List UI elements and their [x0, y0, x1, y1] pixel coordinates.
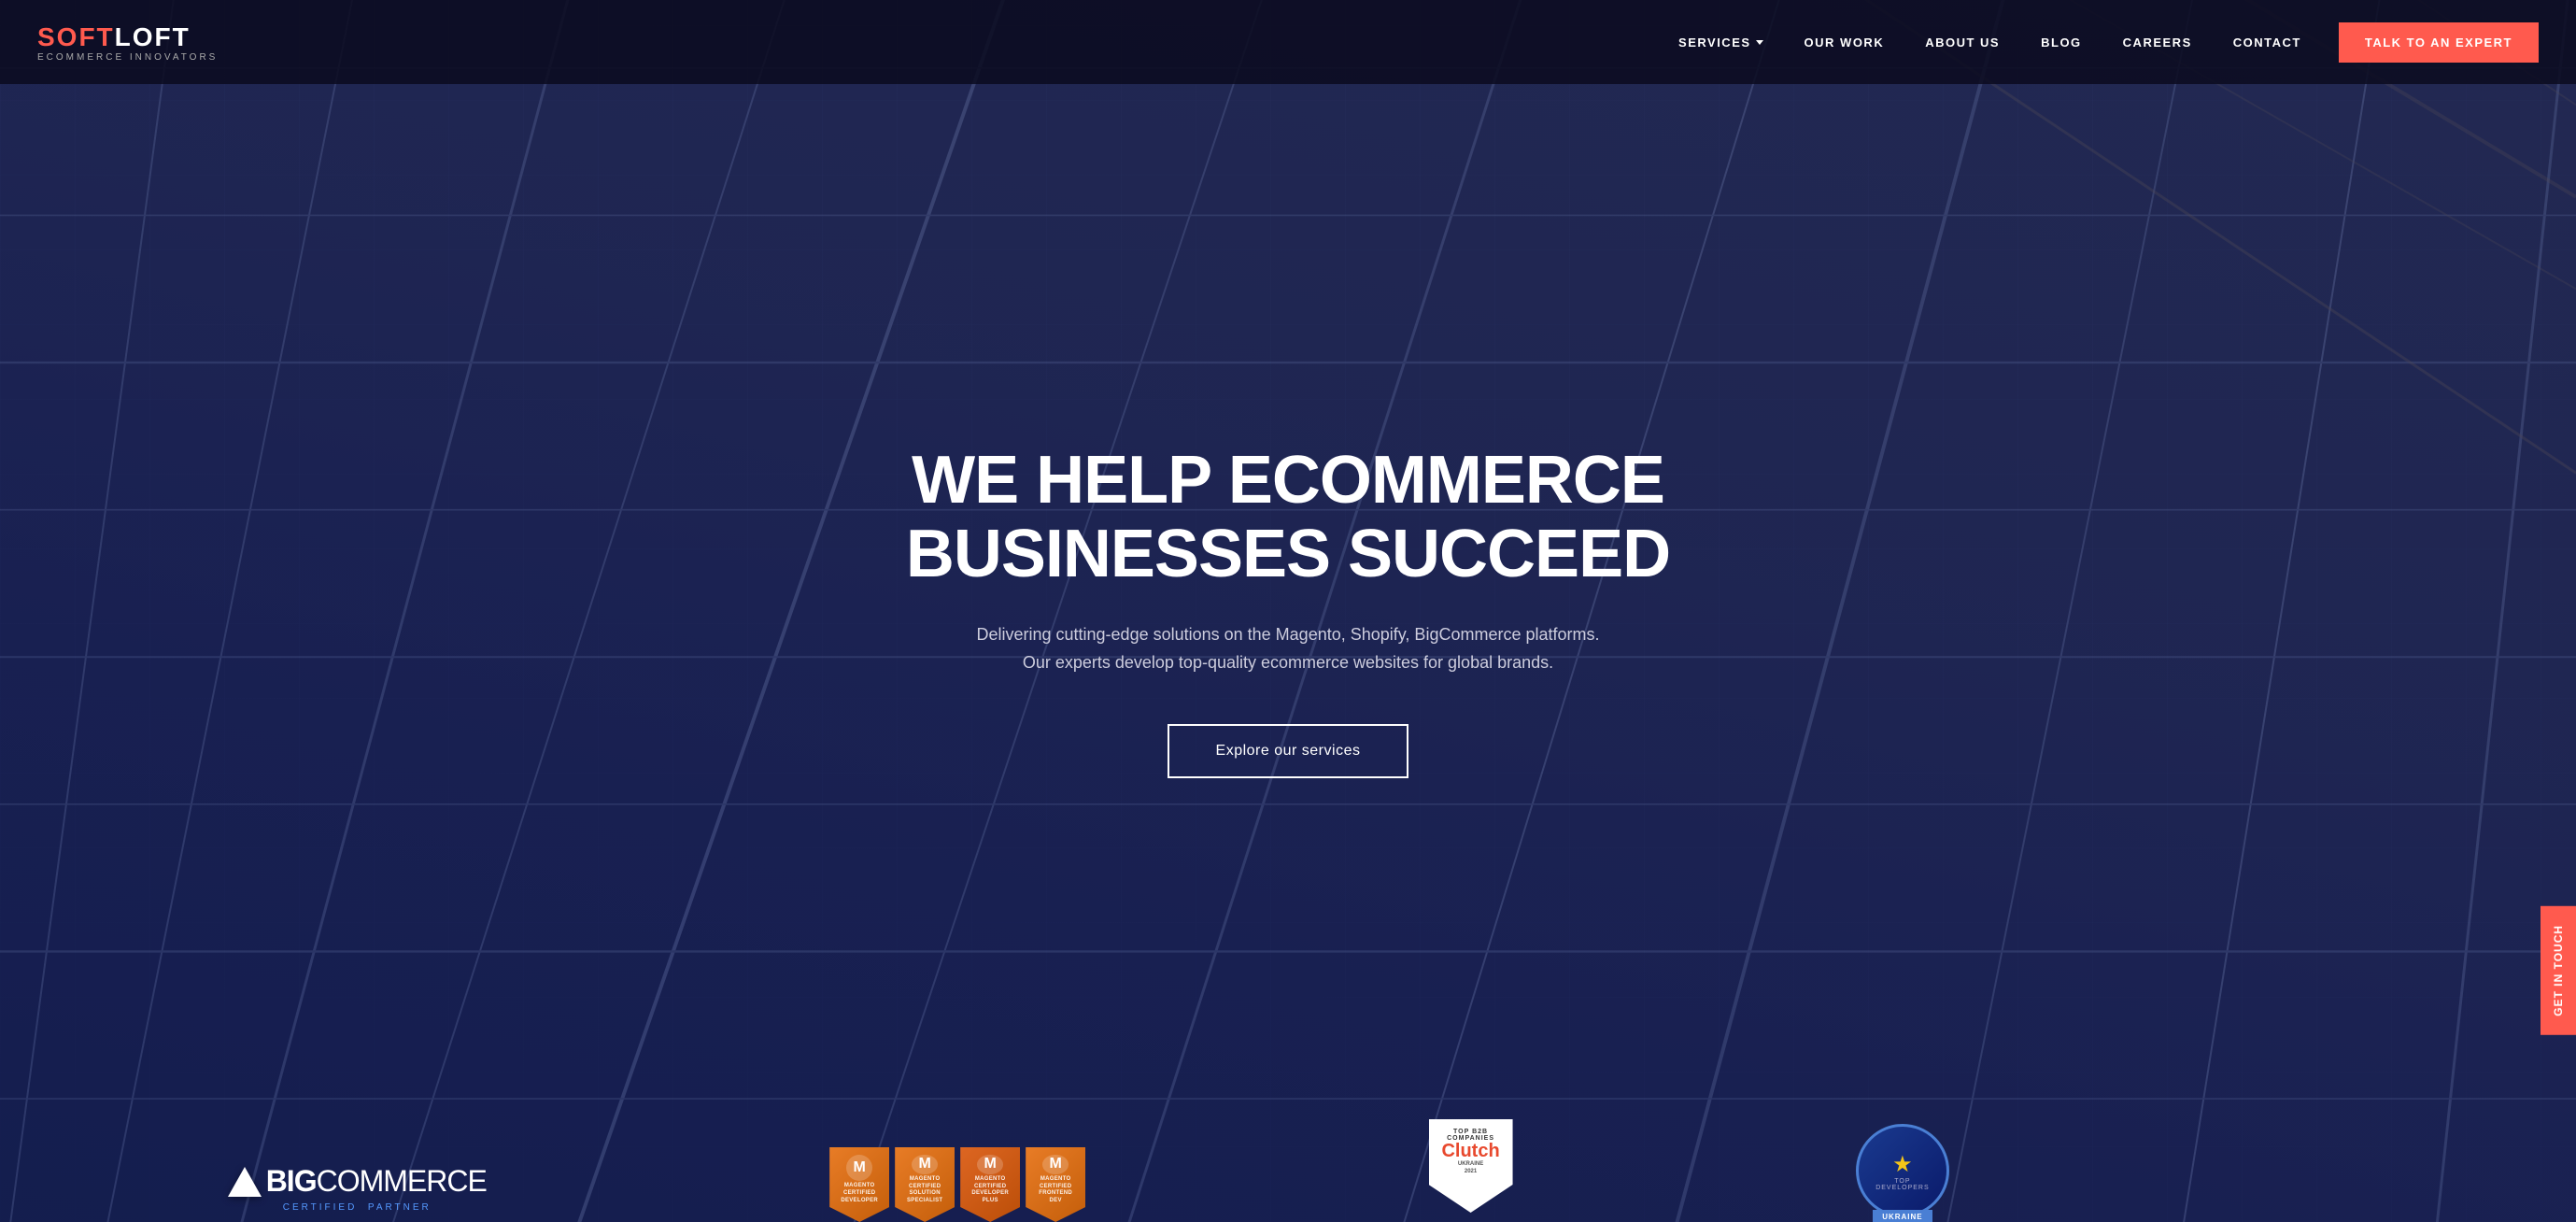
side-cta-button[interactable]: GET IN TOUCH — [2541, 906, 2576, 1035]
bigcommerce-subtitle: CERTIFIED PARTNER — [283, 1202, 432, 1213]
clutch-logo-text: Clutch — [1441, 1142, 1499, 1160]
magento-badge-4: M MAGENTOCERTIFIEDFRONTENDDEV — [1026, 1147, 1085, 1222]
bigcommerce-commerce-text: COMMERCE — [317, 1164, 487, 1199]
talk-to-expert-button[interactable]: TALK TO AN EXPERT — [2339, 22, 2539, 63]
chevron-down-icon — [1756, 40, 1763, 45]
award-star-icon: ★ — [1892, 1151, 1913, 1178]
logo-red: SOFT — [37, 22, 115, 51]
award-text: TOPDEVELOPERS — [1875, 1178, 1929, 1191]
hero-badges: BIG COMMERCE CERTIFIED PARTNER M MAGENTO… — [0, 1119, 2576, 1222]
main-nav: SERVICES OUR WORK ABOUT US BLOG CAREERS … — [1658, 36, 2322, 50]
clutch-shield: TOP B2B COMPANIES Clutch UKRAINE2021 — [1429, 1119, 1513, 1213]
bigcommerce-partner-text: PARTNER — [368, 1202, 432, 1213]
logo-tagline: ECOMMERCE INNOVATORS — [37, 52, 218, 63]
clutch-top-text: TOP B2B COMPANIES — [1435, 1129, 1507, 1142]
bigcommerce-arrow-icon — [228, 1167, 262, 1197]
hero-subtitle: Delivering cutting-edge solutions on the… — [970, 620, 1606, 677]
clutch-sub-text: UKRAINE2021 — [1458, 1160, 1483, 1176]
bigcommerce-big-text: BIG — [266, 1164, 317, 1199]
bigcommerce-logo: BIG COMMERCE — [228, 1164, 487, 1199]
nav-item-about-us[interactable]: ABOUT US — [1904, 36, 2020, 50]
award-badge: ★ TOPDEVELOPERS UKRAINE — [1856, 1124, 1949, 1222]
explore-services-button[interactable]: Explore our services — [1168, 724, 1409, 778]
logo[interactable]: SOFTLOFT ECOMMERCE INNOVATORS — [37, 22, 218, 63]
hero-title: WE HELP ECOMMERCE BUSINESSES SUCCEED — [886, 444, 1690, 591]
bigcommerce-badge: BIG COMMERCE CERTIFIED PARTNER — [228, 1164, 487, 1222]
magento-badge-3: M MAGENTOCERTIFIEDDEVELOPERPLUS — [960, 1147, 1020, 1222]
hero-section: WE HELP ECOMMERCE BUSINESSES SUCCEED Del… — [0, 0, 2576, 1222]
nav-item-blog[interactable]: BLOG — [2020, 36, 2102, 50]
nav-item-careers[interactable]: CAREERS — [2102, 36, 2213, 50]
nav-item-services[interactable]: SERVICES — [1658, 36, 1784, 50]
award-ribbon: UKRAINE — [1873, 1210, 1932, 1222]
header: SOFTLOFT ECOMMERCE INNOVATORS SERVICES O… — [0, 0, 2576, 84]
nav-item-our-work[interactable]: OUR WORK — [1784, 36, 1905, 50]
hero-content: WE HELP ECOMMERCE BUSINESSES SUCCEED Del… — [868, 444, 1708, 778]
logo-text: SOFTLOFT — [37, 22, 218, 52]
magento-badge-2: M MAGENTOCERTIFIEDSOLUTIONSPECIALIST — [895, 1147, 955, 1222]
magento-badge-1: M MAGENTOCERTIFIEDDEVELOPER — [829, 1147, 889, 1222]
award-circle: ★ TOPDEVELOPERS UKRAINE — [1856, 1124, 1949, 1217]
logo-white: LOFT — [115, 22, 191, 51]
magento-badges: M MAGENTOCERTIFIEDDEVELOPER M MAGENTOCER… — [829, 1147, 1085, 1222]
nav-item-contact[interactable]: CONTACT — [2213, 36, 2322, 50]
clutch-badge: TOP B2B COMPANIES Clutch UKRAINE2021 — [1429, 1119, 1513, 1222]
